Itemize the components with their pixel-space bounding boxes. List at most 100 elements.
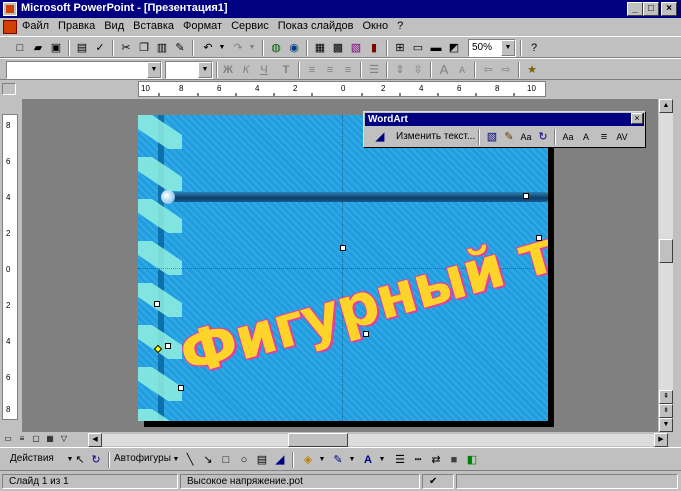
font-size-select[interactable]: ▼ [165, 61, 213, 79]
align-right-icon[interactable]: ≡ [340, 62, 356, 78]
wordart-shape-icon[interactable]: Aa [518, 129, 534, 145]
cut-icon[interactable]: ✂ [118, 40, 134, 56]
fill-color-dropdown-icon[interactable]: ▼ [314, 452, 330, 468]
rectangle-icon[interactable]: □ [218, 452, 234, 468]
close-button[interactable]: × [661, 2, 677, 16]
normal-view-icon[interactable]: ▭ [2, 434, 14, 446]
menu-window[interactable]: Окно [363, 20, 389, 32]
next-slide-icon[interactable]: ⇟ [659, 404, 673, 418]
decrease-spacing-icon[interactable]: ⇳ [410, 62, 426, 78]
autoshapes-menu[interactable]: Автофигуры [114, 453, 171, 464]
increase-font-button[interactable]: A [436, 62, 452, 78]
powerpoint-app-icon[interactable] [3, 2, 17, 16]
menu-tools[interactable]: Сервис [231, 20, 269, 32]
apply-design-icon[interactable]: ▬ [428, 40, 444, 56]
menu-edit[interactable]: Правка [58, 20, 95, 32]
font-size-dropdown-icon[interactable]: ▼ [198, 62, 212, 78]
insert-word-table-icon[interactable]: ▦ [312, 40, 328, 56]
format-painter-icon[interactable]: ✎ [172, 40, 188, 56]
scroll-thumb[interactable] [659, 239, 673, 263]
menu-view[interactable]: Вид [104, 20, 124, 32]
selection-handle-top-right[interactable] [536, 235, 542, 241]
help-icon[interactable]: ? [526, 40, 542, 56]
demote-icon[interactable]: ⇨ [498, 62, 514, 78]
wordart-object[interactable]: Фигурный текст [164, 179, 548, 419]
menu-format[interactable]: Формат [183, 20, 222, 32]
align-left-icon[interactable]: ≡ [304, 62, 320, 78]
new-slide-icon[interactable]: ⊞ [392, 40, 408, 56]
vertical-scrollbar[interactable]: ▲ ⇞ ⇟ ▼ [659, 99, 673, 432]
insert-excel-icon[interactable]: ▧ [348, 40, 364, 56]
wordart-toolbar-close-button[interactable]: × [631, 113, 643, 124]
print-icon[interactable]: ▤ [74, 40, 90, 56]
edit-text-button[interactable]: Изменить текст... [394, 129, 477, 145]
line-style-icon[interactable]: ☰ [392, 452, 408, 468]
scroll-right-icon[interactable]: ▶ [654, 433, 668, 447]
document-icon[interactable] [3, 20, 17, 34]
redo-dropdown-icon[interactable]: ▼ [244, 40, 260, 56]
same-height-button[interactable]: Aa [560, 129, 576, 145]
animation-effects-icon[interactable]: ★ [524, 62, 540, 78]
status-spelling-icon[interactable]: ✔ [422, 474, 454, 489]
hscroll-thumb[interactable] [288, 433, 348, 447]
scroll-up-icon[interactable]: ▲ [659, 99, 673, 113]
arrow-icon[interactable]: ↘ [200, 452, 216, 468]
promote-icon[interactable]: ⇦ [480, 62, 496, 78]
menu-help[interactable]: ? [397, 20, 403, 32]
selection-handle-left[interactable] [154, 301, 160, 307]
insert-wordart-icon[interactable]: ◢ [372, 129, 388, 145]
actions-menu[interactable]: Действия [10, 453, 54, 464]
menu-insert[interactable]: Вставка [133, 20, 174, 32]
3d-icon[interactable]: ◧ [464, 452, 480, 468]
shadow-button[interactable]: Т [278, 62, 294, 78]
selection-handle-top[interactable] [340, 245, 346, 251]
selection-handle-bottom-left-outer[interactable] [178, 385, 184, 391]
save-icon[interactable]: ▣ [48, 40, 64, 56]
paste-icon[interactable]: ▥ [154, 40, 170, 56]
slide-sorter-icon[interactable]: ▦ [44, 434, 56, 446]
wordart-toolbar-title[interactable]: WordArt [365, 113, 644, 126]
vertical-text-button[interactable]: A [578, 129, 594, 145]
grayscale-icon[interactable]: ◩ [446, 40, 462, 56]
slide-canvas[interactable]: Фигурный текст [138, 115, 548, 421]
underline-button[interactable]: Ч [256, 62, 272, 78]
selection-handle-bottom[interactable] [363, 331, 369, 337]
increase-spacing-icon[interactable]: ⇕ [392, 62, 408, 78]
text-box-icon[interactable]: ▤ [254, 452, 270, 468]
minimize-button[interactable]: _ [627, 2, 643, 16]
slide-view-icon[interactable]: ▢ [30, 434, 42, 446]
horizontal-scrollbar[interactable]: ◀ ▶ [88, 433, 668, 447]
format-wordart-icon[interactable]: ✎ [501, 129, 517, 145]
new-icon[interactable]: □ [12, 40, 28, 56]
line-icon[interactable]: ╲ [182, 452, 198, 468]
align-center-icon[interactable]: ≡ [322, 62, 338, 78]
wordart-gallery-icon[interactable]: ▧ [484, 129, 500, 145]
font-name-dropdown-icon[interactable]: ▼ [147, 62, 161, 78]
arrow-style-icon[interactable]: ⇄ [428, 452, 444, 468]
oval-icon[interactable]: ○ [236, 452, 252, 468]
bold-button[interactable]: Ж [220, 62, 236, 78]
font-color-dropdown-icon[interactable]: ▼ [374, 452, 390, 468]
insert-table-icon[interactable]: ▩ [330, 40, 346, 56]
web-toolbar-icon[interactable]: ◉ [286, 40, 302, 56]
undo-dropdown-icon[interactable]: ▼ [214, 40, 230, 56]
bullets-icon[interactable]: ☰ [366, 62, 382, 78]
outline-view-icon[interactable]: ≡ [16, 434, 28, 446]
menu-slide-show[interactable]: Показ слайдов [278, 20, 354, 32]
rotate-icon[interactable]: ↻ [88, 452, 104, 468]
alignment-icon[interactable]: ≡ [596, 129, 612, 145]
insert-chart-icon[interactable]: ▮ [366, 40, 382, 56]
slide-layout-icon[interactable]: ▭ [410, 40, 426, 56]
decrease-font-button[interactable]: A [454, 62, 470, 78]
italic-button[interactable]: К [238, 62, 254, 78]
hyperlink-icon[interactable]: ◍ [268, 40, 284, 56]
selection-handle-bottom-left[interactable] [165, 343, 171, 349]
insert-wordart-draw-icon[interactable]: ◢ [272, 452, 288, 468]
free-rotate-icon[interactable]: ↻ [535, 129, 551, 145]
line-color-dropdown-icon[interactable]: ▼ [344, 452, 360, 468]
spelling-icon[interactable]: ✓ [92, 40, 108, 56]
char-spacing-button[interactable]: AV [614, 129, 630, 145]
zoom-dropdown-icon[interactable]: ▼ [501, 40, 515, 56]
menu-file[interactable]: Файл [22, 20, 49, 32]
slide-show-icon[interactable]: ▽ [58, 434, 70, 446]
